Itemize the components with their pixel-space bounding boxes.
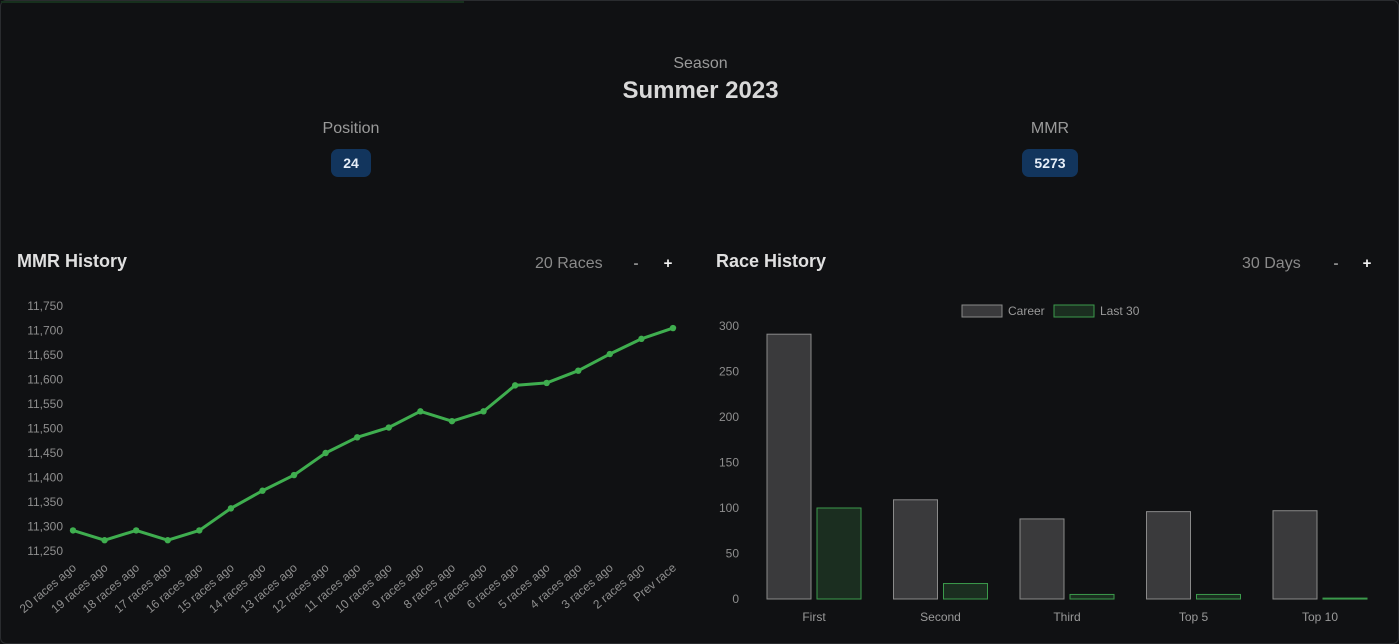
mmr-point: [196, 527, 203, 534]
position-badge: 24: [331, 149, 371, 177]
y-tick-label: 11,450: [27, 446, 63, 460]
y-tick-label: 11,650: [27, 348, 63, 362]
mmr-badge: 5273: [1022, 149, 1078, 177]
bar-career: [1146, 511, 1191, 600]
bar-career: [1272, 510, 1318, 600]
race-history-decrease-button[interactable]: -: [1327, 253, 1345, 275]
season-name: Summer 2023: [622, 77, 779, 104]
mmr-point: [322, 449, 329, 457]
y-tick-label: 250: [719, 365, 739, 379]
bar-last30: [1322, 597, 1368, 600]
mmr-history-increase-button[interactable]: +: [659, 253, 677, 275]
race-history-increase-button[interactable]: +: [1358, 253, 1376, 275]
mmr-point: [511, 382, 519, 389]
y-tick-label: 11,600: [27, 373, 63, 387]
race-history-chart: 0 50 100 150 200 250 300 First Second Third Top 5 T…: [719, 304, 1368, 624]
mmr-point: [543, 379, 550, 387]
y-tick-label: 11,350: [27, 495, 63, 509]
mmr-label: MMR: [1030, 120, 1070, 137]
mmr-point: [290, 471, 298, 479]
season-card: Season Summer 2023 Position 24 MMR 5273 …: [0, 0, 1399, 644]
mmr-point: [575, 367, 582, 374]
mmr-point: [132, 527, 140, 534]
mmr-stat: MMR 5273: [950, 119, 1150, 177]
y-tick-label: 200: [719, 410, 739, 424]
mmr-point: [385, 424, 392, 431]
mmr-point: [448, 417, 456, 425]
bar-career: [1019, 518, 1065, 600]
bar-last30: [1069, 593, 1115, 600]
mmr-point: [669, 324, 677, 332]
mmr-history-range: 20 Races: [535, 255, 603, 272]
y-tick-label: 11,550: [27, 397, 63, 411]
mmr-point: [638, 335, 645, 343]
legend-label: Career: [1008, 304, 1045, 318]
legend-swatch-career: [961, 304, 1003, 318]
y-tick-label: 150: [719, 456, 739, 470]
bar-career: [766, 333, 812, 600]
y-tick-label: 11,700: [27, 324, 63, 338]
bar-career: [893, 499, 938, 600]
mmr-point: [69, 527, 77, 534]
y-tick-label: 11,500: [27, 422, 63, 436]
mmr-point: [227, 505, 235, 512]
mmr-point: [354, 434, 361, 441]
x-tick-label: Top 5: [1179, 610, 1209, 624]
y-tick-label: 11,300: [27, 520, 63, 534]
top-accent-bar: [1, 1, 464, 3]
bar-last30: [943, 583, 988, 600]
y-tick-label: 0: [732, 592, 739, 606]
y-tick-label: 11,750: [27, 299, 63, 313]
x-tick-label: Third: [1053, 610, 1080, 624]
position-stat: Position 24: [251, 119, 451, 177]
mmr-point: [606, 350, 614, 358]
mmr-point: [417, 408, 424, 415]
mmr-history-title: MMR History: [17, 251, 128, 271]
season-label: Season: [673, 55, 728, 72]
y-tick-label: 100: [719, 501, 739, 515]
mmr-point: [480, 408, 487, 415]
mmr-history-chart: 11,250 11,300 11,350 11,400 11,450 11,500 11,5…: [17, 299, 679, 616]
bar-last30: [1196, 593, 1241, 600]
x-tick-label: Second: [920, 610, 961, 624]
race-history-range: 30 Days: [1242, 255, 1301, 272]
mmr-line: [72, 326, 674, 542]
legend-label: Last 30: [1100, 304, 1140, 318]
position-label: Position: [322, 120, 380, 137]
y-tick-label: 11,250: [27, 544, 63, 558]
mmr-history-decrease-button[interactable]: -: [627, 253, 645, 275]
legend-swatch-last30: [1053, 304, 1095, 318]
mmr-point: [259, 487, 266, 494]
mmr-point: [101, 537, 108, 544]
y-tick-label: 11,400: [27, 471, 63, 485]
mmr-point: [164, 537, 171, 544]
bar-last30: [816, 507, 862, 600]
y-tick-label: 300: [719, 319, 739, 333]
race-history-title: Race History: [716, 251, 827, 271]
y-tick-label: 50: [726, 547, 740, 561]
x-tick-label: Top 10: [1302, 610, 1338, 624]
x-tick-label: First: [802, 610, 826, 624]
